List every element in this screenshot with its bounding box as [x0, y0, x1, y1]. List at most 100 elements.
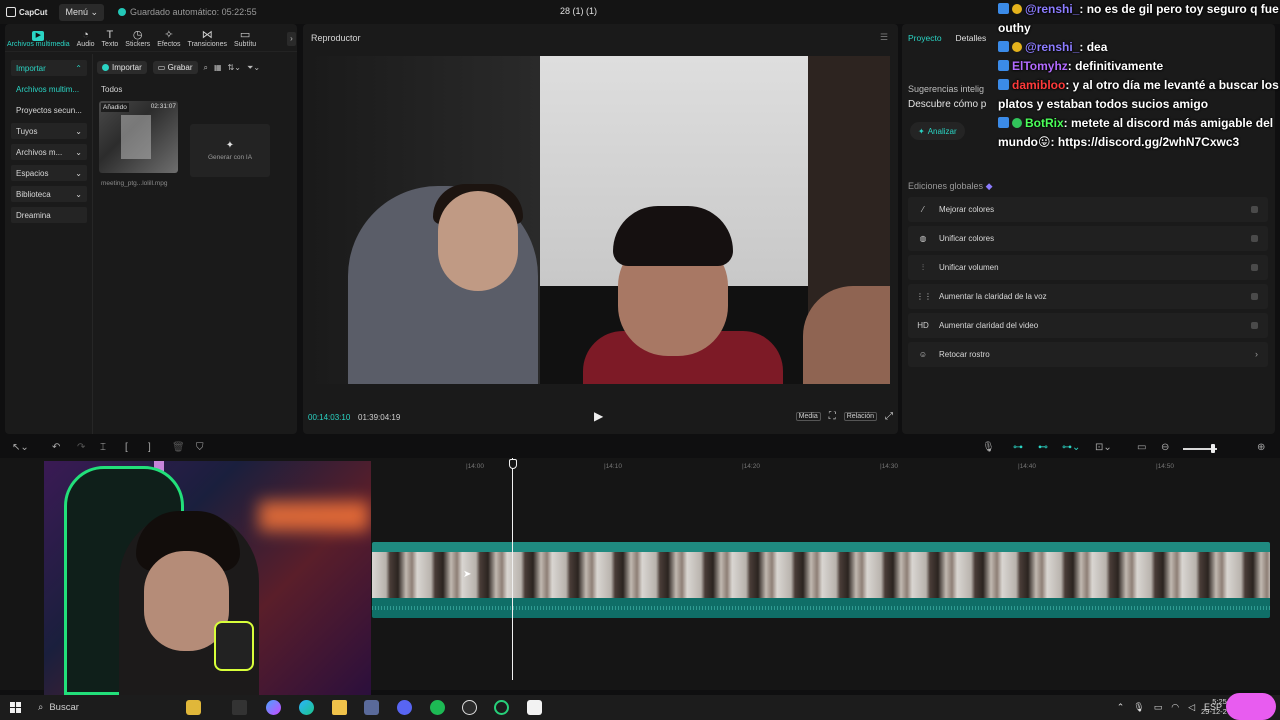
chat-username: damibloo — [1012, 78, 1066, 92]
grid-view-icon[interactable]: ▦ — [214, 63, 222, 72]
chevron-up-icon[interactable]: ⌃ — [1117, 702, 1125, 713]
global-edit-voice-clarity[interactable]: ⋮⋮ Aumentar la claridad de la voz — [908, 284, 1268, 309]
link-clips-icon[interactable]: ⊶ — [1013, 442, 1023, 453]
sidebar-item-library[interactable]: Biblioteca ⌄ — [11, 186, 87, 202]
audio-waveform[interactable] — [372, 598, 1270, 618]
sidebar-item-media-archive[interactable]: Archivos m... ⌄ — [11, 144, 87, 160]
tab-media[interactable]: ▶ Archivos multimedia — [7, 31, 70, 51]
global-edit-unify-volume[interactable]: ⫶ Unificar volumen — [908, 255, 1268, 280]
chevron-down-icon: ⌄ — [75, 126, 82, 136]
video-clip-frames[interactable] — [372, 552, 1270, 598]
search-icon[interactable]: ⌕ — [204, 63, 208, 73]
fullscreen-icon[interactable]: ⤢ — [885, 411, 893, 422]
select-cursor-icon[interactable]: ↖⌄ — [12, 442, 29, 453]
tab-stickers[interactable]: ◷ Stickers — [125, 29, 150, 51]
subtitles-icon: ▭ — [239, 29, 251, 41]
playhead[interactable] — [512, 458, 513, 680]
sidebar-item-import[interactable]: Importar ⌃ — [11, 60, 87, 76]
network-icon[interactable]: ▭ — [1154, 702, 1163, 713]
toggle[interactable] — [1251, 235, 1258, 242]
windows-taskbar: ⌕ Buscar ⌃ 🎙 ▭ ◠ ◁ ESP 5:25 29-12-2 — [0, 695, 1280, 720]
delete-icon[interactable]: 🗑 — [172, 442, 185, 453]
import-button[interactable]: Importar — [97, 61, 147, 74]
autosave-text: Guardado automático: 05:22:55 — [130, 7, 257, 17]
task-view-icon[interactable] — [232, 700, 247, 715]
magnet-icon[interactable]: ⊷ — [1038, 442, 1048, 453]
volume-icon[interactable]: ◁ — [1188, 702, 1195, 713]
tab-audio[interactable]: ◔ Audio — [77, 29, 95, 51]
sidebar-item-spaces[interactable]: Espacios ⌄ — [11, 165, 87, 181]
media-chip[interactable]: Media — [795, 412, 821, 421]
tab-details[interactable]: Detalles — [956, 33, 987, 43]
sidebar-item-dreamina[interactable]: Dreamina — [11, 207, 87, 223]
preview-axis-icon[interactable]: ⊡⌄ — [1095, 442, 1112, 453]
sidebar-item-label: Biblioteca — [16, 189, 51, 199]
microphone-icon[interactable]: 🎙 — [982, 442, 995, 453]
video-clip-header[interactable] — [372, 542, 1270, 552]
crop-fit-icon[interactable]: ⛶ — [829, 411, 836, 422]
undo-icon[interactable]: ↶ — [52, 442, 60, 453]
sort-icon[interactable]: ⇅⌄ — [228, 63, 241, 72]
toggle[interactable] — [1251, 293, 1258, 300]
global-edit-label: Aumentar la claridad de la voz — [939, 292, 1047, 301]
sidebar-item-projects[interactable]: Proyectos secun... — [11, 102, 87, 118]
tab-text[interactable]: T Texto — [102, 29, 119, 51]
obs-icon[interactable] — [462, 700, 477, 715]
copilot-icon[interactable] — [186, 700, 201, 715]
global-edit-label: Aumentar claridad del video — [939, 321, 1039, 330]
streaming-app-icon[interactable] — [494, 700, 509, 715]
filter-icon[interactable]: ⏷⌄ — [247, 63, 260, 73]
mic-tray-icon[interactable]: 🎙 — [1133, 702, 1144, 713]
trim-left-icon[interactable]: [ — [125, 442, 128, 453]
wifi-icon[interactable]: ◠ — [1171, 702, 1179, 713]
media-clip-thumbnail[interactable]: Añadido 02:31:07 — [99, 101, 178, 173]
generate-ai-button[interactable]: ✦ Generar con IA — [190, 124, 270, 177]
toggle[interactable] — [1251, 322, 1258, 329]
video-preview[interactable] — [308, 56, 890, 384]
global-edit-video-clarity[interactable]: HD Aumentar claridad del video — [908, 313, 1268, 338]
analyze-button[interactable]: ✦ Analizar — [910, 122, 965, 140]
spotify-icon[interactable] — [430, 700, 445, 715]
store-icon[interactable] — [364, 700, 379, 715]
trim-right-icon[interactable]: ] — [148, 442, 151, 453]
global-edit-label: Mejorar colores — [939, 205, 995, 214]
snap-icon[interactable]: ⊶⌄ — [1062, 442, 1080, 453]
tabs-more-button[interactable]: › — [287, 32, 296, 46]
split-icon[interactable]: ⌶ — [100, 442, 106, 453]
play-icon[interactable]: ▶ — [594, 409, 603, 423]
zoom-slider-handle[interactable] — [1211, 444, 1215, 453]
capcut-logo: CapCut — [6, 7, 47, 17]
global-edit-enhance-colors[interactable]: ⁄ Mejorar colores — [908, 197, 1268, 222]
tab-project[interactable]: Proyecto — [908, 33, 942, 43]
hamburger-menu-icon[interactable]: ☰ — [880, 32, 888, 43]
global-edit-unify-colors[interactable]: ◍ Unificar colores — [908, 226, 1268, 251]
zoom-in-icon[interactable]: ⊕ — [1257, 442, 1265, 453]
menu-button[interactable]: Menú ⌄ — [59, 3, 105, 21]
tab-transitions[interactable]: ⋈ Transiciones — [188, 29, 227, 51]
sidebar-item-media[interactable]: Archivos multim... — [11, 81, 87, 97]
record-button[interactable]: ▭ Grabar — [152, 61, 198, 74]
caption-icon[interactable]: ▭ — [1137, 442, 1146, 453]
capcut-taskbar-icon[interactable] — [527, 700, 542, 715]
zoom-out-icon[interactable]: ⊖ — [1161, 442, 1169, 453]
discord-icon[interactable] — [397, 700, 412, 715]
sidebar-item-yours[interactable]: Tuyos ⌄ — [11, 123, 87, 139]
tab-effects[interactable]: ✧ Efectos — [157, 29, 180, 51]
windows-start-icon[interactable] — [10, 702, 21, 713]
redo-icon[interactable]: ↷ — [77, 442, 85, 453]
file-explorer-icon[interactable] — [332, 700, 347, 715]
ratio-chip[interactable]: Relación — [843, 412, 877, 421]
taskbar-clock[interactable]: 5:25 29-12-2 — [1201, 697, 1227, 717]
toggle[interactable] — [1251, 206, 1258, 213]
playhead-handle[interactable] — [509, 459, 517, 469]
edge-icon[interactable] — [299, 700, 314, 715]
project-title[interactable]: 28 (1) (1) — [560, 6, 597, 16]
copilot-app-icon[interactable] — [266, 700, 281, 715]
toggle[interactable] — [1251, 264, 1258, 271]
kick-badge-icon — [998, 117, 1009, 128]
ruler-tick: |14:40 — [1018, 463, 1036, 470]
global-edit-face-retouch[interactable]: ☺ Retocar rostro › — [908, 342, 1268, 367]
shield-icon[interactable]: ⛉ — [196, 442, 204, 453]
tab-subtitles[interactable]: ▭ Subtítu — [234, 29, 256, 51]
hd-icon: HD — [917, 321, 929, 330]
